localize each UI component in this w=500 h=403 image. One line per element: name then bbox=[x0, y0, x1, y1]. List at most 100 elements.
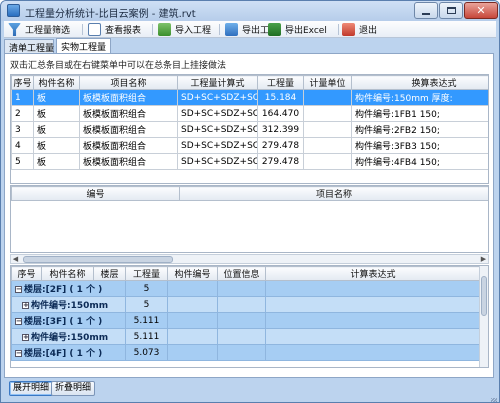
table-cell bbox=[217, 296, 266, 313]
table-cell: 板模板面积组合 bbox=[79, 121, 178, 138]
table-cell: 板 bbox=[33, 89, 80, 106]
detail-table: 序号 构件名称 楼层 工程量 构件编号 位置信息 计算表达式 − 楼层:[2F] … bbox=[11, 266, 481, 361]
column-header[interactable]: 工程量计算式 bbox=[177, 75, 258, 90]
collapse-icon[interactable]: − bbox=[15, 318, 22, 325]
maximize-icon bbox=[446, 7, 456, 14]
expand-details-button[interactable]: 展开明细 bbox=[9, 381, 54, 396]
table-cell bbox=[217, 312, 266, 329]
close-button[interactable]: ✕ bbox=[464, 2, 498, 19]
table-row[interactable]: 2 板 板模板面积组合 SD+SC+SDZ+SC 164.470 构件编号:1F… bbox=[11, 105, 488, 122]
table-cell bbox=[265, 344, 481, 361]
column-header[interactable]: 换算表达式 bbox=[351, 75, 488, 90]
table-cell: 1 bbox=[11, 89, 34, 106]
group-label: 楼层:[3F] ( 1 个 ) bbox=[24, 317, 103, 327]
import-project-button[interactable]: 导入工程 bbox=[158, 22, 211, 37]
column-header[interactable]: 构件名称 bbox=[41, 266, 94, 281]
column-header[interactable]: 构件名称 bbox=[33, 75, 80, 90]
table-cell: SD+SC+SDZ+SC bbox=[177, 153, 258, 170]
table-row[interactable]: 3 板 板模板面积组合 SD+SC+SDZ+SC 312.399 构件编号:2F… bbox=[11, 121, 488, 138]
tab-physical-quantity[interactable]: 实物工程量 bbox=[56, 38, 111, 53]
column-header[interactable]: 序号 bbox=[11, 266, 42, 281]
column-header[interactable]: 位置信息 bbox=[217, 266, 266, 281]
group-label: 构件编号:150mm bbox=[31, 301, 109, 311]
column-header[interactable]: 项目名称 bbox=[79, 75, 178, 90]
component-group-row[interactable]: + 构件编号:150mm 5 bbox=[11, 296, 481, 313]
table-row[interactable]: 5 板 板模板面积组合 SD+SC+SDZ+SC 279.478 构件编号:4F… bbox=[11, 153, 488, 170]
table-cell: 15.184 bbox=[257, 89, 304, 106]
table-cell bbox=[217, 280, 266, 297]
method-horizontal-scrollbar[interactable]: ◀ ▶ bbox=[10, 254, 489, 264]
column-header[interactable]: 计算表达式 bbox=[265, 266, 481, 281]
table-cell bbox=[217, 328, 266, 345]
toolbar-label: 工程量筛选 bbox=[25, 26, 71, 36]
detail-vertical-scrollbar[interactable] bbox=[479, 266, 488, 367]
table-cell: 279.478 bbox=[257, 153, 304, 170]
table-cell bbox=[303, 105, 352, 122]
collapse-details-button[interactable]: 折叠明细 bbox=[51, 381, 96, 396]
collapse-icon[interactable]: − bbox=[15, 286, 22, 293]
floor-group-row[interactable]: − 楼层:[4F] ( 1 个 ) 5.073 bbox=[11, 344, 481, 361]
column-header[interactable]: 计量单位 bbox=[303, 75, 352, 90]
resize-grip-icon[interactable] bbox=[491, 398, 497, 402]
scroll-left-icon[interactable]: ◀ bbox=[11, 255, 20, 263]
view-report-button[interactable]: 查看报表 bbox=[88, 22, 141, 37]
table-cell: 5 bbox=[125, 280, 168, 297]
exit-button[interactable]: 退出 bbox=[342, 22, 377, 37]
export-excel-button[interactable]: 导出Excel bbox=[268, 22, 327, 37]
table-cell bbox=[167, 312, 218, 329]
floor-group-row[interactable]: − 楼层:[3F] ( 1 个 ) 5.111 bbox=[11, 312, 481, 329]
detail-header-row: 序号 构件名称 楼层 工程量 构件编号 位置信息 计算表达式 bbox=[11, 266, 481, 281]
table-cell bbox=[265, 312, 481, 329]
scroll-thumb[interactable] bbox=[481, 276, 487, 316]
minimize-button[interactable] bbox=[414, 2, 438, 19]
table-cell: 312.399 bbox=[257, 121, 304, 138]
toolbar-separator bbox=[338, 24, 339, 35]
expand-icon[interactable]: + bbox=[22, 334, 29, 341]
table-cell: 2 bbox=[11, 105, 34, 122]
column-header[interactable]: 楼层 bbox=[93, 266, 126, 281]
table-cell: 板 bbox=[33, 137, 80, 154]
minimize-icon bbox=[422, 12, 430, 15]
tab-panel: 双击汇总条目或在右键菜单中可以在总条目上挂接做法 序号 构件名称 项目名称 工程… bbox=[4, 53, 494, 378]
scroll-thumb[interactable] bbox=[23, 256, 173, 263]
table-cell: 构件编号:4FB4 150; bbox=[351, 153, 488, 170]
collapse-icon[interactable]: − bbox=[15, 350, 22, 357]
table-cell: 板 bbox=[33, 105, 80, 122]
column-header[interactable]: 序号 bbox=[11, 75, 34, 90]
main-window: 工程量分析统计-比目云案例 - 建筑.rvt ✕ 工程量筛选 查看报表 导入工程… bbox=[0, 0, 500, 403]
table-cell: 5.111 bbox=[125, 312, 168, 329]
export-icon bbox=[225, 23, 238, 36]
column-header[interactable]: 构件编号 bbox=[167, 266, 218, 281]
floor-group-row[interactable]: − 楼层:[2F] ( 1 个 ) 5 bbox=[11, 280, 481, 297]
title-bar[interactable]: 工程量分析统计-比目云案例 - 建筑.rvt ✕ bbox=[1, 1, 499, 21]
maximize-button[interactable] bbox=[439, 2, 463, 19]
toolbar-label: 导入工程 bbox=[175, 26, 212, 36]
table-cell: 构件编号:2FB2 150; bbox=[351, 121, 488, 138]
column-header[interactable]: 编号 bbox=[11, 186, 180, 201]
table-row[interactable]: 4 板 板模板面积组合 SD+SC+SDZ+SC 279.478 构件编号:3F… bbox=[11, 137, 488, 154]
group-cell: + 构件编号:150mm bbox=[11, 296, 126, 313]
filter-quantity-button[interactable]: 工程量筛选 bbox=[8, 22, 70, 37]
excel-icon bbox=[268, 23, 281, 36]
scroll-right-icon[interactable]: ▶ bbox=[479, 255, 488, 263]
table-cell: 5 bbox=[11, 153, 34, 170]
table-cell: 板模板面积组合 bbox=[79, 105, 178, 122]
table-cell bbox=[167, 296, 218, 313]
group-label: 楼层:[4F] ( 1 个 ) bbox=[24, 349, 103, 359]
column-header[interactable]: 工程量 bbox=[257, 75, 304, 90]
tab-bill-quantity[interactable]: 清单工程量 bbox=[4, 39, 54, 54]
report-icon bbox=[88, 23, 101, 36]
summary-table: 序号 构件名称 项目名称 工程量计算式 工程量 计量单位 换算表达式 1 板 板… bbox=[11, 75, 488, 170]
component-group-row[interactable]: + 构件编号:150mm 5.111 bbox=[11, 328, 481, 345]
toolbar-label: 查看报表 bbox=[105, 26, 142, 36]
window-title: 工程量分析统计-比目云案例 - 建筑.rvt bbox=[25, 9, 196, 20]
table-row[interactable]: 1 板 板模板面积组合 SD+SC+SDZ+SC 15.184 构件编号:150… bbox=[11, 89, 488, 106]
group-cell: − 楼层:[3F] ( 1 个 ) bbox=[11, 312, 126, 329]
table-cell: 4 bbox=[11, 137, 34, 154]
table-cell: 板 bbox=[33, 153, 80, 170]
column-header[interactable]: 工程量 bbox=[125, 266, 168, 281]
close-icon: ✕ bbox=[476, 4, 486, 17]
expand-icon[interactable]: + bbox=[22, 302, 29, 309]
column-header[interactable]: 项目名称 bbox=[179, 186, 488, 201]
hint-text: 双击汇总条目或在右键菜单中可以在总条目上挂接做法 bbox=[10, 61, 227, 71]
